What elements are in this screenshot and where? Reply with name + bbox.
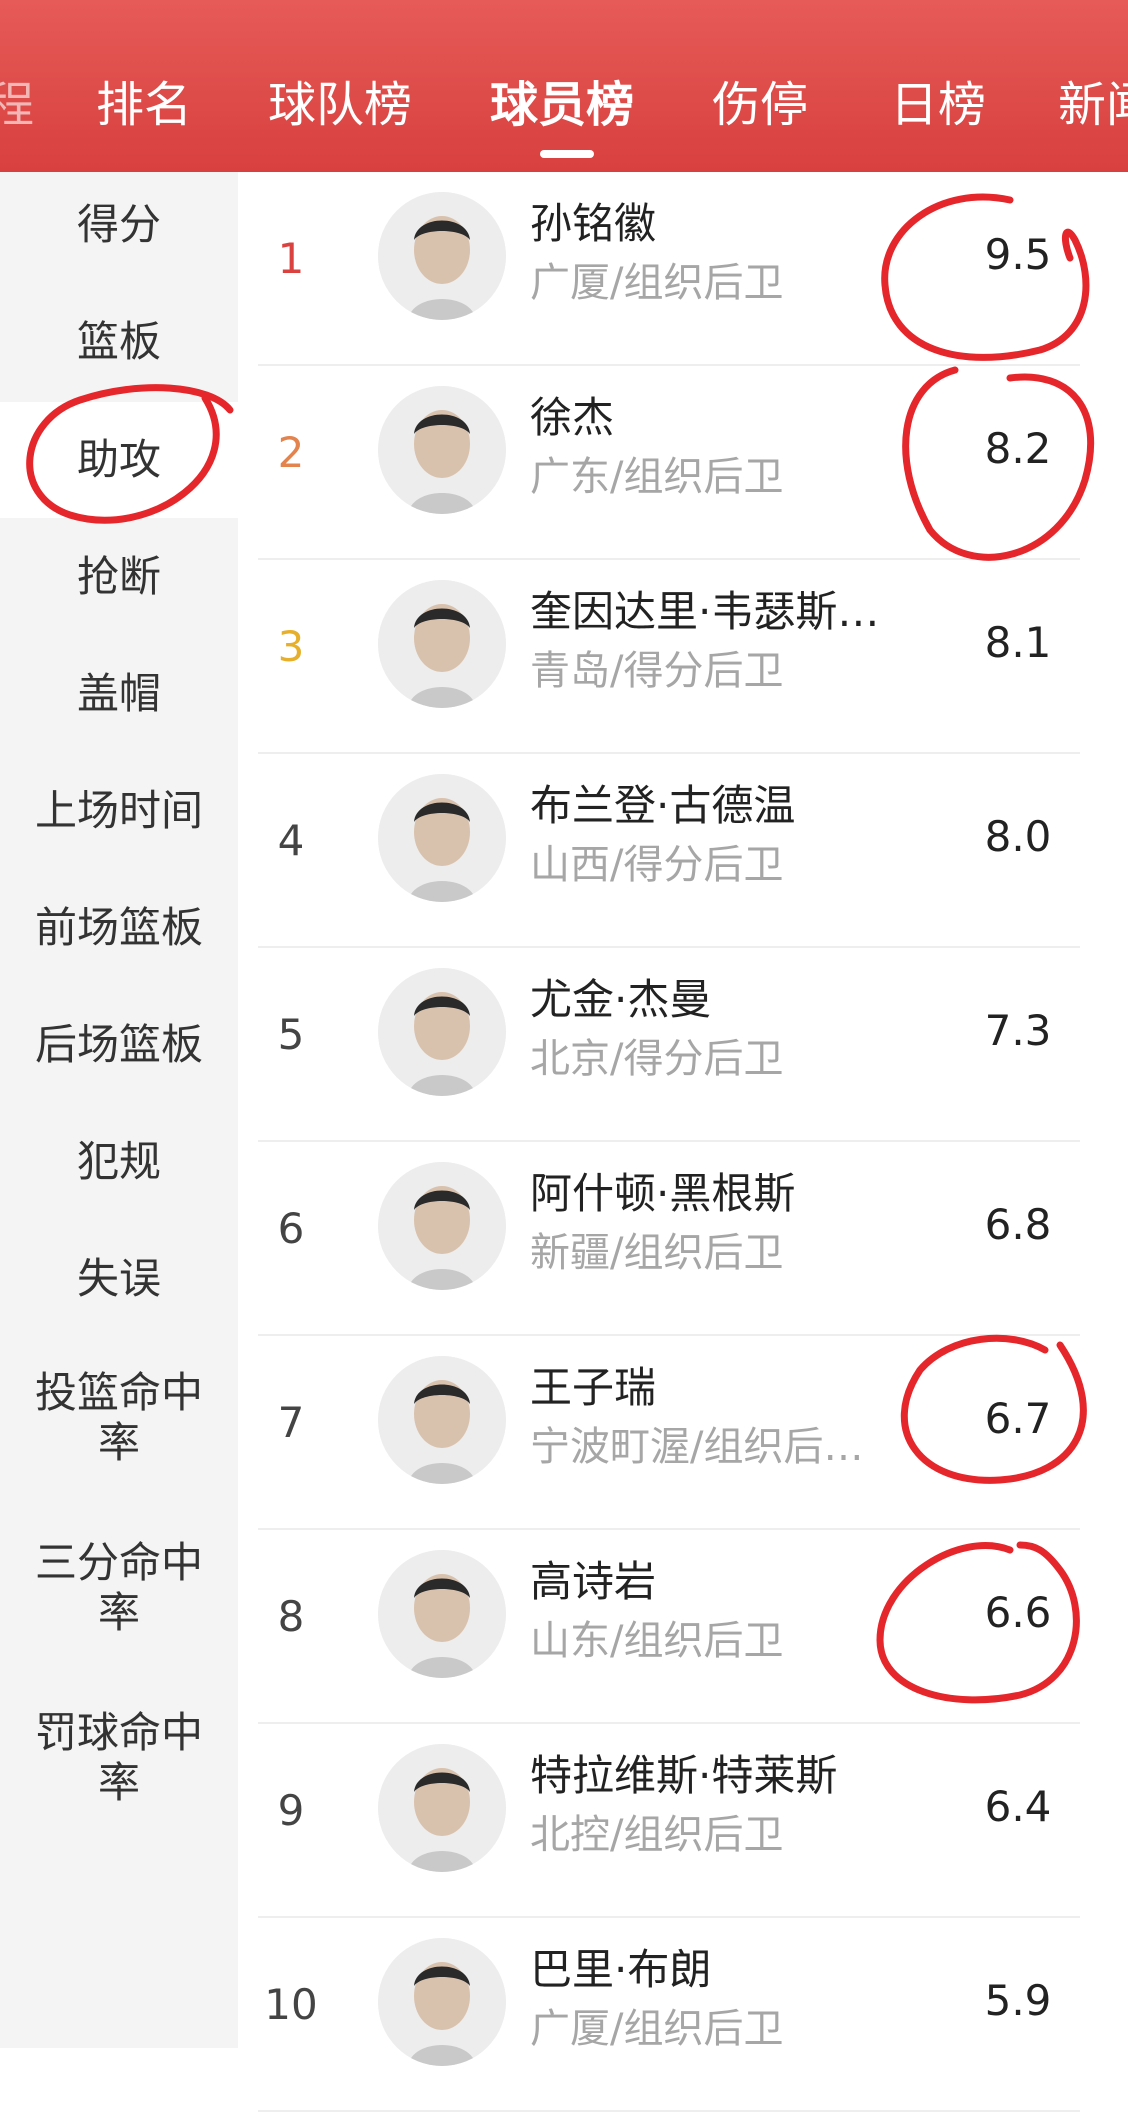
player-avatar-icon [378, 1356, 506, 1484]
player-avatar[interactable] [378, 192, 506, 320]
sidebar-item-turnovers[interactable]: 失误 [0, 1254, 238, 1304]
player-avatar-icon [378, 1550, 506, 1678]
stat-value: 6.6 [984, 1588, 1052, 1637]
player-team-position: 广厦/组织后卫 [530, 2006, 784, 2052]
stat-value: 7.3 [984, 1006, 1052, 1055]
player-name[interactable]: 尤金·杰曼 [530, 966, 711, 1027]
top-nav: 程 排名 球队榜 球员榜 伤停 日榜 新闻 [0, 0, 1128, 172]
player-name[interactable]: 高诗岩 [530, 1548, 656, 1609]
tab-ranking[interactable]: 排名 [96, 70, 192, 140]
stat-value: 6.4 [984, 1782, 1052, 1831]
player-avatar[interactable] [378, 1356, 506, 1484]
rank-number: 2 [277, 428, 305, 477]
player-avatar[interactable] [378, 1550, 506, 1678]
table-row[interactable]: 6 阿什顿·黑根斯新疆/组织后卫 6.8 [238, 1142, 1128, 1336]
rank-number: 6 [277, 1204, 305, 1253]
rank-number: 8 [277, 1592, 305, 1641]
sidebar-item-minutes[interactable]: 上场时间 [0, 786, 238, 836]
tab-news[interactable]: 新闻 [1058, 70, 1128, 140]
table-row[interactable]: 5 尤金·杰曼北京/得分后卫 7.3 [238, 948, 1128, 1142]
player-team-position: 青岛/得分后卫 [530, 648, 784, 694]
tab-team-board[interactable]: 球队榜 [268, 70, 412, 140]
player-team-position: 宁波町渥/组织后… [530, 1424, 864, 1470]
rank-number: 10 [264, 1980, 318, 2029]
stat-value: 8.0 [984, 812, 1052, 861]
sidebar-item-points[interactable]: 得分 [0, 200, 238, 250]
rank-number: 1 [277, 234, 305, 283]
tab-daily[interactable]: 日榜 [890, 70, 986, 140]
player-name[interactable]: 特拉维斯·特莱斯 [530, 1742, 837, 1803]
player-name[interactable]: 布兰登·古德温 [530, 772, 795, 833]
sidebar-item-steals[interactable]: 抢断 [0, 552, 238, 602]
sidebar-item-offensive-rebounds[interactable]: 前场篮板 [0, 903, 238, 953]
stat-value: 9.5 [984, 230, 1052, 279]
player-avatar-icon [378, 1744, 506, 1872]
rank-number: 5 [277, 1010, 305, 1059]
rank-number: 9 [277, 1786, 305, 1835]
player-avatar[interactable] [378, 1744, 506, 1872]
stat-value: 6.8 [984, 1200, 1052, 1249]
stat-value: 8.2 [984, 424, 1052, 473]
player-team-position: 北控/组织后卫 [530, 1812, 784, 1858]
player-team-position: 新疆/组织后卫 [530, 1230, 784, 1276]
player-team-position: 山西/得分后卫 [530, 842, 784, 888]
player-name[interactable]: 阿什顿·黑根斯 [530, 1160, 795, 1221]
table-row[interactable]: 1 孙铭徽广厦/组织后卫 9.5 [238, 172, 1128, 366]
stat-value: 6.7 [984, 1394, 1052, 1443]
sidebar-item-ft-pct[interactable]: 罚球命中率 [30, 1708, 208, 1808]
sidebar-item-3pt-pct[interactable]: 三分命中率 [30, 1538, 208, 1638]
player-name[interactable]: 徐杰 [530, 384, 614, 445]
active-tab-indicator [540, 150, 594, 158]
player-name[interactable]: 奎因达里·韦瑟斯… [530, 578, 879, 639]
sidebar-item-rebounds[interactable]: 篮板 [0, 317, 238, 367]
player-avatar[interactable] [378, 386, 506, 514]
sidebar-item-fg-pct[interactable]: 投篮命中率 [30, 1368, 208, 1468]
player-name[interactable]: 王子瑞 [530, 1354, 656, 1415]
sidebar-item-defensive-rebounds[interactable]: 后场篮板 [0, 1020, 238, 1070]
table-row[interactable]: 9 特拉维斯·特莱斯北控/组织后卫 6.4 [238, 1724, 1128, 1918]
player-team-position: 山东/组织后卫 [530, 1618, 784, 1664]
player-avatar-icon [378, 1162, 506, 1290]
player-avatar-icon [378, 386, 506, 514]
stat-value: 5.9 [984, 1976, 1052, 2025]
player-leaderboard: 1 孙铭徽广厦/组织后卫 9.5 2 徐杰广东/组织后卫 8.2 3 奎因达里·韦瑟斯… 青岛/… [238, 172, 1128, 2112]
tab-injuries[interactable]: 伤停 [712, 70, 808, 140]
player-avatar-icon [378, 968, 506, 1096]
player-avatar[interactable] [378, 1938, 506, 2066]
table-row[interactable]: 8 高诗岩山东/组织后卫 6.6 [238, 1530, 1128, 1724]
rank-number: 3 [277, 622, 305, 671]
tab-player-board[interactable]: 球员榜 [490, 70, 634, 140]
player-avatar-icon [378, 774, 506, 902]
player-name[interactable]: 巴里·布朗 [530, 1936, 711, 1997]
player-team-position: 北京/得分后卫 [530, 1036, 784, 1082]
table-row[interactable]: 10 巴里·布朗广厦/组织后卫 5.9 [238, 1918, 1128, 2112]
sidebar-item-fouls[interactable]: 犯规 [0, 1137, 238, 1187]
player-avatar-icon [378, 580, 506, 708]
table-row[interactable]: 7 王子瑞宁波町渥/组织后… 6.7 [238, 1336, 1128, 1530]
sidebar-item-assists[interactable]: 助攻 [0, 402, 238, 518]
player-avatar-icon [378, 1938, 506, 2066]
rank-number: 7 [277, 1398, 305, 1447]
table-row[interactable]: 4 布兰登·古德温山西/得分后卫 8.0 [238, 754, 1128, 948]
player-avatar[interactable] [378, 1162, 506, 1290]
stat-value: 8.1 [984, 618, 1052, 667]
table-row[interactable]: 3 奎因达里·韦瑟斯… 青岛/得分后卫 8.1 [238, 560, 1128, 754]
table-row[interactable]: 2 徐杰广东/组织后卫 8.2 [238, 366, 1128, 560]
player-team-position: 广厦/组织后卫 [530, 260, 784, 306]
player-team-position: 广东/组织后卫 [530, 454, 784, 500]
player-avatar[interactable] [378, 968, 506, 1096]
player-avatar-icon [378, 192, 506, 320]
rank-number: 4 [277, 816, 305, 865]
player-avatar[interactable] [378, 580, 506, 708]
player-avatar[interactable] [378, 774, 506, 902]
player-name[interactable]: 孙铭徽 [530, 190, 656, 251]
sidebar-item-blocks[interactable]: 盖帽 [0, 669, 238, 719]
tab-partial-left[interactable]: 程 [0, 70, 34, 140]
stat-category-sidebar: 得分 篮板 助攻 抢断 盖帽 上场时间 前场篮板 后场篮板 犯规 失误 投篮命中… [0, 172, 238, 2048]
